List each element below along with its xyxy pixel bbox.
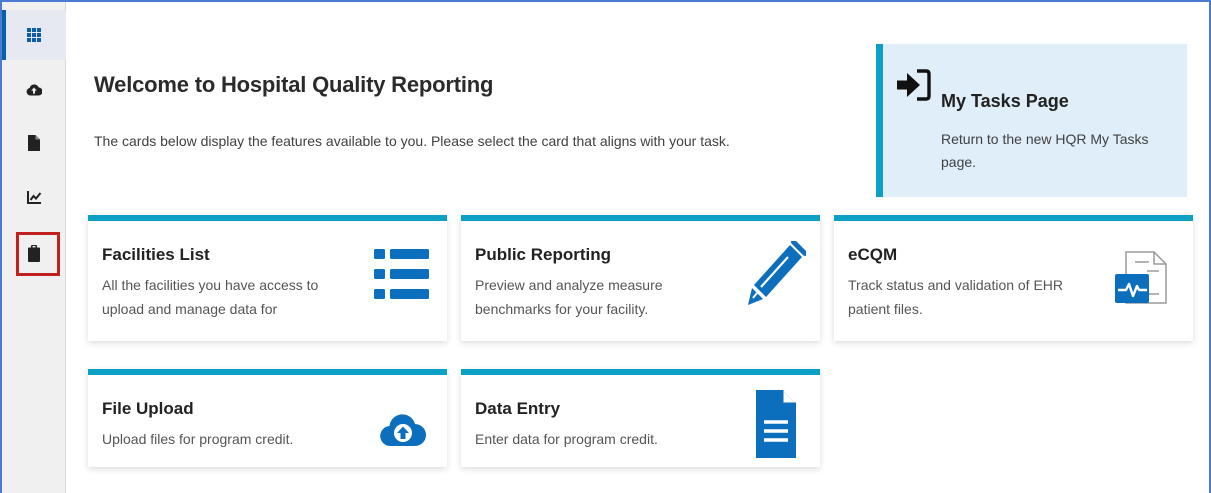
card-data-entry[interactable]: Data Entry Enter data for program credit… [461,369,820,467]
card-description: All the facilities you have access to up… [102,277,319,317]
sidebar-item-files[interactable] [2,118,66,168]
list-icon [374,249,429,299]
my-tasks-title: My Tasks Page [941,91,1069,111]
sidebar-item-dashboard[interactable] [2,10,66,60]
card-title: eCQM [848,245,898,264]
cloud-upload-icon [26,84,42,96]
sidebar-item-upload[interactable] [2,64,66,114]
my-tasks-card[interactable]: My Tasks Page Return to the new HQR My T… [876,44,1187,197]
document-icon [756,390,796,458]
file-icon [28,135,40,151]
card-ecqm[interactable]: eCQM Track status and validation of EHR … [834,215,1193,341]
sidebar-item-reports[interactable] [2,172,66,222]
card-public-reporting[interactable]: Public Reporting Preview and analyze mea… [461,215,820,341]
page-title: Welcome to Hospital Quality Reporting [94,72,494,97]
card-title: File Upload [102,399,194,418]
health-file-icon [1115,251,1167,304]
card-description: Preview and analyze measure benchmarks f… [475,277,663,317]
card-description: Enter data for program credit. [475,431,658,447]
card-title: Data Entry [475,399,561,418]
card-title: Public Reporting [475,245,611,264]
highlight-box [16,232,60,276]
cloud-upload-icon [380,414,426,447]
grid-icon [27,28,41,42]
sign-in-icon [897,69,931,101]
pencil-icon [748,241,806,305]
card-description: Upload files for program credit. [102,431,294,447]
card-description: Track status and validation of EHR patie… [848,277,1064,317]
card-title: Facilities List [102,245,210,264]
card-facilities-list[interactable]: Facilities List All the facilities you h… [88,215,447,341]
sidebar [2,2,66,493]
page-subtitle: The cards below display the features ava… [94,133,730,149]
line-chart-icon [26,191,41,204]
my-tasks-description: Return to the new HQR My Tasks page. [941,131,1149,170]
card-file-upload[interactable]: File Upload Upload files for program cre… [88,369,447,467]
